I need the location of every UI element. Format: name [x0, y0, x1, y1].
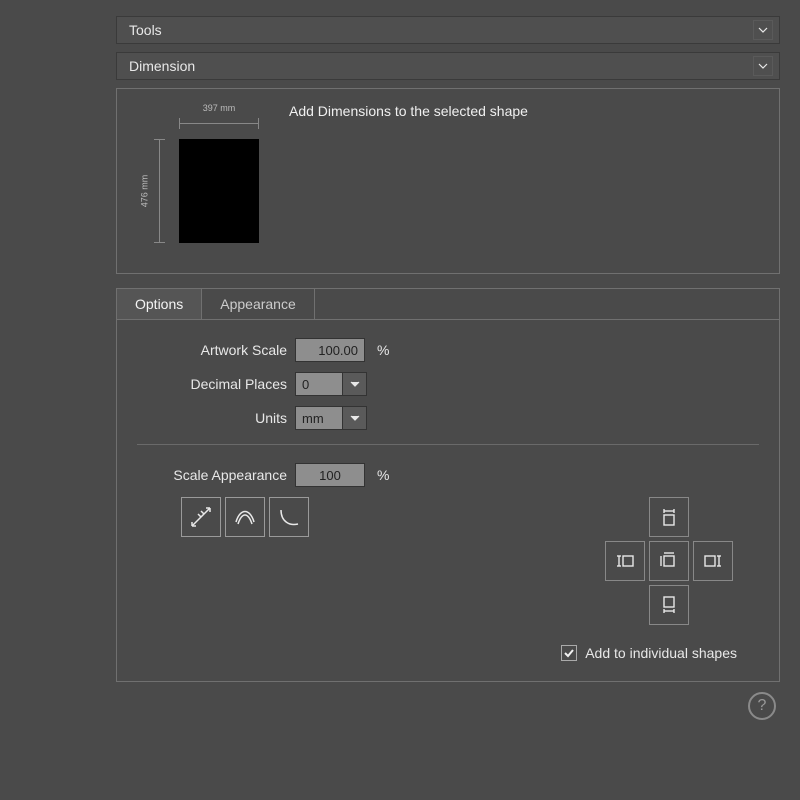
- position-top-button[interactable]: [649, 497, 689, 537]
- decimal-places-label: Decimal Places: [137, 376, 287, 392]
- tab-appearance[interactable]: Appearance: [202, 289, 315, 319]
- add-individual-label: Add to individual shapes: [585, 645, 737, 661]
- position-right-button[interactable]: [693, 541, 733, 581]
- position-center-button[interactable]: [649, 541, 689, 581]
- dimension-panel: Tools Dimension 397 mm 476 mm Add Dimens…: [0, 0, 800, 740]
- linear-dimension-button[interactable]: [181, 497, 221, 537]
- dimension-position-grid: [603, 497, 735, 629]
- scale-appearance-input[interactable]: [295, 463, 365, 487]
- options-tab-body: Artwork Scale % Decimal Places Units: [117, 320, 779, 681]
- decimal-places-dropdown-button[interactable]: [343, 372, 367, 396]
- tab-options[interactable]: Options: [117, 289, 202, 319]
- dimension-preview: 397 mm 476 mm: [131, 99, 271, 259]
- decimal-places-select[interactable]: [295, 372, 367, 396]
- preview-width-label: 397 mm: [179, 103, 259, 113]
- units-select[interactable]: [295, 406, 367, 430]
- options-tabs-container: Options Appearance Artwork Scale % Decim…: [116, 288, 780, 682]
- add-individual-checkbox[interactable]: [561, 645, 577, 661]
- units-label: Units: [137, 410, 287, 426]
- dimension-section-header[interactable]: Dimension: [116, 52, 780, 80]
- help-row: ?: [116, 682, 780, 720]
- decimal-places-value[interactable]: [295, 372, 343, 396]
- artwork-scale-input[interactable]: [295, 338, 365, 362]
- position-left-button[interactable]: [605, 541, 645, 581]
- artwork-scale-unit: %: [373, 342, 389, 358]
- dimension-tools-row: [137, 497, 759, 629]
- preview-height-label: 476 mm: [137, 139, 151, 243]
- units-row: Units: [137, 406, 759, 430]
- dimension-section-title: Dimension: [129, 58, 195, 74]
- decimal-places-row: Decimal Places: [137, 372, 759, 396]
- dimension-type-buttons: [181, 497, 309, 537]
- artwork-scale-label: Artwork Scale: [137, 342, 287, 358]
- scale-appearance-unit: %: [373, 467, 389, 483]
- preview-description: Add Dimensions to the selected shape: [289, 99, 528, 119]
- units-dropdown-button[interactable]: [343, 406, 367, 430]
- options-divider: [137, 444, 759, 445]
- chevron-down-icon: [753, 20, 773, 40]
- tab-row: Options Appearance: [117, 289, 779, 320]
- chevron-down-icon: [753, 56, 773, 76]
- position-bottom-button[interactable]: [649, 585, 689, 625]
- help-icon: ?: [758, 697, 767, 715]
- preview-width-line: [179, 123, 259, 124]
- preview-rect: [179, 139, 259, 243]
- scale-appearance-label: Scale Appearance: [137, 467, 287, 483]
- units-value[interactable]: [295, 406, 343, 430]
- tools-section-title: Tools: [129, 22, 162, 38]
- dimension-preview-box: 397 mm 476 mm Add Dimensions to the sele…: [116, 88, 780, 274]
- curve-dimension-button[interactable]: [225, 497, 265, 537]
- artwork-scale-row: Artwork Scale %: [137, 338, 759, 362]
- arc-dimension-button[interactable]: [269, 497, 309, 537]
- preview-height-line: [159, 139, 160, 243]
- help-button[interactable]: ?: [748, 692, 776, 720]
- add-individual-row: Add to individual shapes: [137, 645, 759, 661]
- scale-appearance-row: Scale Appearance %: [137, 463, 759, 487]
- tools-section-header[interactable]: Tools: [116, 16, 780, 44]
